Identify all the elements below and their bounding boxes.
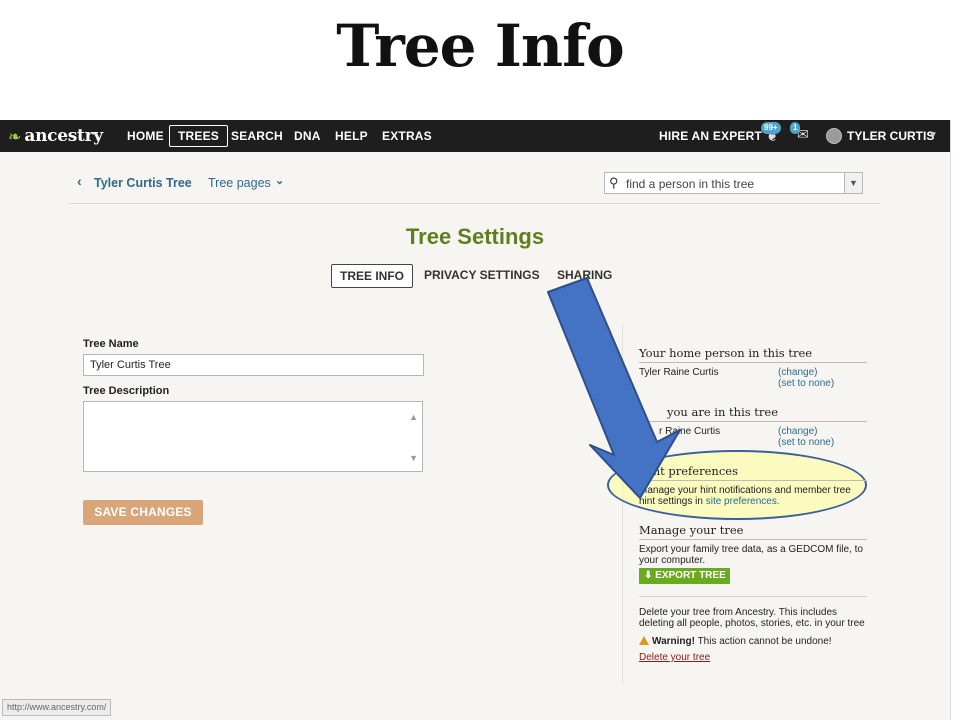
home-person-change-link[interactable]: (change) xyxy=(778,367,817,378)
you-in-tree-name: r Raine Curtis xyxy=(659,426,721,437)
scroll-up-icon[interactable]: ▲ xyxy=(409,412,418,422)
slide-title: Tree Info xyxy=(336,12,624,80)
tab-privacy-settings[interactable]: PRIVACY SETTINGS xyxy=(424,264,540,288)
hint-count-badge: 99+ xyxy=(761,122,781,134)
warning-icon xyxy=(639,636,649,645)
tree-description-input[interactable]: ▲ ▼ xyxy=(83,401,423,472)
tab-sharing[interactable]: SHARING xyxy=(557,264,612,288)
nav-dna[interactable]: DNA xyxy=(294,120,321,152)
nav-trees[interactable]: TREES xyxy=(169,125,229,147)
download-icon: ⬇ xyxy=(644,570,653,581)
chevron-left-icon[interactable]: ‹ xyxy=(77,173,82,189)
tree-name-input[interactable]: Tyler Curtis Tree xyxy=(83,354,424,376)
search-placeholder: find a person in this tree xyxy=(626,177,755,191)
export-tree-button[interactable]: ⬇ EXPORT TREE xyxy=(639,568,730,584)
site-preferences-link[interactable]: site preferences. xyxy=(706,496,780,507)
status-bar-url: http://www.ancestry.com/ xyxy=(2,699,112,716)
tree-pages-menu[interactable]: Tree pages xyxy=(208,176,271,190)
tree-subnav: ‹ Tyler Curtis Tree Tree pages ⌄ ⚲ find … xyxy=(69,162,881,204)
you-set-none-link[interactable]: (set to none) xyxy=(778,437,834,448)
delete-tree-link[interactable]: Delete your tree xyxy=(639,652,710,663)
person-search-input[interactable]: ⚲ find a person in this tree xyxy=(604,172,846,194)
you-in-tree-heading: you are in this tree xyxy=(639,405,867,422)
tree-description-label: Tree Description xyxy=(83,385,170,397)
hint-preferences-heading: Hint preferences xyxy=(639,464,867,481)
scroll-down-icon[interactable]: ▼ xyxy=(409,453,418,463)
chevron-down-icon[interactable]: ▼ xyxy=(928,120,938,152)
home-person-name: Tyler Raine Curtis xyxy=(639,367,719,378)
avatar[interactable] xyxy=(826,128,842,144)
hire-expert-link[interactable]: HIRE AN EXPERT xyxy=(659,120,762,152)
scrollbar[interactable] xyxy=(950,120,960,720)
delete-description: Delete your tree from Ancestry. This inc… xyxy=(639,607,865,629)
home-person-set-none-link[interactable]: (set to none) xyxy=(778,378,834,389)
leaf-icon: ❧ xyxy=(8,126,22,146)
nav-home[interactable]: HOME xyxy=(127,120,164,152)
user-menu[interactable]: TYLER CURTIS xyxy=(847,120,934,152)
warning-text: This action cannot be undone! xyxy=(697,636,832,647)
warning-label: Warning! xyxy=(652,636,695,647)
nav-search[interactable]: SEARCH xyxy=(231,120,283,152)
delete-warning: Warning! This action cannot be undone! xyxy=(639,636,832,647)
top-nav: ❧ ancestry HOME TREES SEARCH DNA HELP EX… xyxy=(0,120,950,152)
page-title: Tree Settings xyxy=(405,224,545,249)
chevron-down-icon[interactable]: ⌄ xyxy=(275,174,284,187)
hint-preferences-text: Manage your hint notifications and membe… xyxy=(639,485,859,507)
export-description: Export your family tree data, as a GEDCO… xyxy=(639,544,863,566)
save-changes-button[interactable]: SAVE CHANGES xyxy=(83,500,203,525)
browser-screenshot: ❧ ancestry HOME TREES SEARCH DNA HELP EX… xyxy=(0,120,950,720)
tab-tree-info[interactable]: TREE INFO xyxy=(331,264,414,288)
tree-sidebar: Your home person in this tree Tyler Rain… xyxy=(607,324,870,684)
nav-help[interactable]: HELP xyxy=(335,120,368,152)
search-dropdown-button[interactable]: ▼ xyxy=(844,172,863,194)
manage-tree-heading: Manage your tree xyxy=(639,523,867,540)
home-person-heading: Your home person in this tree xyxy=(639,346,867,363)
back-to-tree-link[interactable]: Tyler Curtis Tree xyxy=(94,176,192,190)
tree-name-label: Tree Name xyxy=(83,338,139,350)
ancestry-logo[interactable]: ❧ ancestry xyxy=(8,126,103,146)
search-icon: ⚲ xyxy=(609,175,619,190)
nav-extras[interactable]: EXTRAS xyxy=(382,120,432,152)
you-change-link[interactable]: (change) xyxy=(778,426,817,437)
logo-text: ancestry xyxy=(24,126,103,146)
sidebar-divider xyxy=(639,596,867,597)
export-label: EXPORT TREE xyxy=(655,570,726,581)
